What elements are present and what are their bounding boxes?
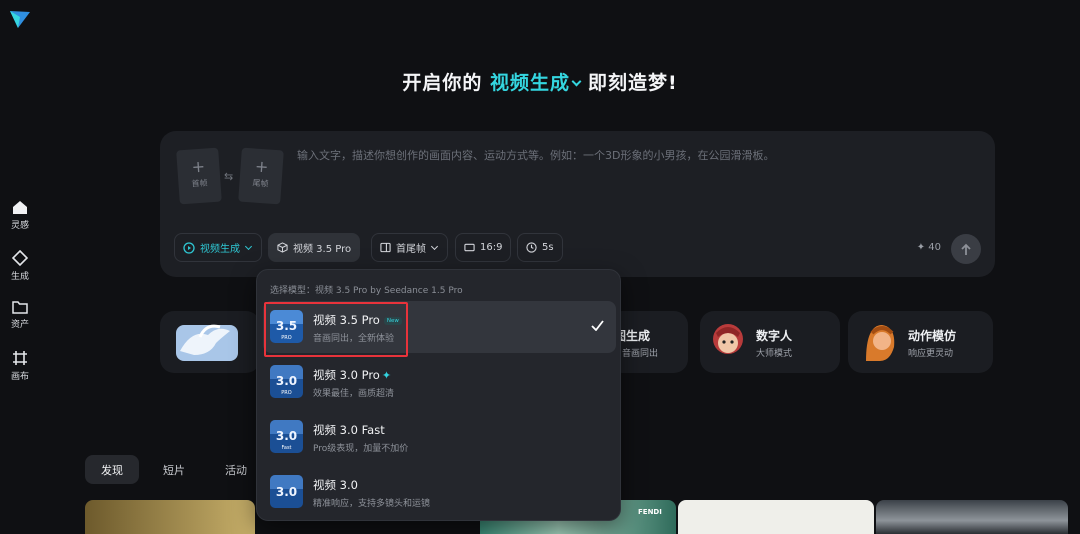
swap-icon[interactable]: ⇆	[224, 170, 233, 183]
start-frame-label: 首帧	[191, 178, 208, 189]
clock-icon	[526, 242, 537, 253]
credits-value: 40	[928, 242, 941, 253]
cube-icon	[277, 242, 288, 253]
frame-icon	[380, 242, 391, 253]
icon-version-text: 3.0	[276, 374, 297, 388]
sidebar-item-assets[interactable]: 资产	[0, 300, 40, 330]
feature-title: 动作模仿	[908, 329, 957, 343]
chevron-down-icon	[244, 242, 253, 250]
model-select-label: 视频 3.5 Pro	[293, 244, 352, 255]
model-option-name: 视频 3.0 Fast	[313, 423, 385, 437]
model-option-desc: 精准响应，支持多镜头和运镜	[313, 499, 431, 509]
feature-card-motion-mimic[interactable]: 动作模仿 响应更灵动	[848, 311, 993, 373]
frame-mode-select[interactable]: 首尾帧	[371, 233, 448, 262]
headline-mode-label: 视频生成	[489, 72, 570, 94]
model-select[interactable]: 视频 3.5 Pro	[268, 233, 361, 262]
ratio-icon	[464, 243, 475, 252]
sidebar-item-label: 资产	[10, 320, 29, 330]
tab-events[interactable]: 活动	[209, 455, 263, 484]
model-menu-header: 选择模型：视频 3.5 Pro by Seedance 1.5 Pro	[270, 286, 463, 296]
frame-mode-label: 首尾帧	[396, 244, 426, 255]
sidebar-item-inspiration[interactable]: 灵感	[0, 200, 40, 231]
sidebar-item-generate[interactable]: 生成	[0, 250, 40, 282]
icon-tier-text: PRO	[281, 390, 291, 396]
mode-select[interactable]: 视频生成	[174, 233, 262, 262]
aspect-ratio-label: 16:9	[480, 242, 503, 253]
icon-version-text: 3.0	[276, 485, 297, 499]
headline-mode-dropdown[interactable]: 视频生成	[490, 72, 588, 94]
model-3-0-icon: 3.0	[270, 475, 303, 508]
tab-discover[interactable]: 发现	[85, 455, 139, 484]
feature-subtitle: 响应更灵动	[908, 349, 954, 359]
check-icon	[591, 320, 604, 331]
model-option-name: 视频 3.0 Pro ✦	[313, 368, 392, 382]
icon-tier-text: Fast	[281, 445, 291, 451]
plus-icon: +	[190, 156, 206, 177]
start-frame-upload[interactable]: + 首帧	[176, 147, 222, 205]
chevron-down-icon	[430, 242, 439, 250]
send-button[interactable]	[951, 234, 981, 264]
page-headline: 开启你的 视频生成 即刻造梦!	[0, 68, 1080, 95]
icon-version-text: 3.0	[276, 429, 297, 443]
video-mode-icon	[183, 241, 195, 254]
headline-prefix: 开启你的	[402, 72, 483, 94]
model-option-name: 视频 3.0	[313, 478, 358, 492]
sidebar-item-canvas[interactable]: 画布	[0, 350, 40, 382]
mode-select-label: 视频生成	[200, 244, 240, 255]
model-option-desc: Pro级表现，加量不加价	[313, 444, 409, 454]
sidebar-item-label: 画布	[10, 372, 29, 382]
chevron-down-icon	[571, 76, 582, 87]
headline-suffix: 即刻造梦!	[587, 72, 678, 94]
thumb-brand-label: FENDI	[638, 508, 662, 516]
plus-icon: +	[254, 156, 270, 177]
sparkle-icon: ✦	[916, 242, 926, 253]
digital-human-avatar	[713, 324, 743, 354]
end-frame-upload[interactable]: + 尾帧	[238, 147, 284, 205]
canvas-icon	[13, 351, 27, 365]
pegasus-image	[176, 324, 238, 361]
prompt-composer: + 首帧 ⇆ + 尾帧 输入文字，描述你想创作的画面内容、运动方式等。例如：一个…	[160, 131, 995, 277]
end-frame-label: 尾帧	[252, 178, 269, 189]
model-option-desc: 效果最佳，画质超清	[313, 389, 395, 399]
tab-shorts[interactable]: 短片	[147, 455, 201, 484]
credits-cost: ✦ 40	[917, 242, 941, 253]
model-option-3-0-fast[interactable]: 3.0 Fast 视频 3.0 Fast Pro级表现，加量不加价	[263, 411, 616, 463]
feature-card-image-gen[interactable]	[160, 311, 260, 373]
gallery-thumb[interactable]	[85, 500, 255, 534]
model-3-0-fast-icon: 3.0 Fast	[270, 420, 303, 453]
model-3-0-pro-icon: 3.0 PRO	[270, 365, 303, 398]
sidebar-item-label: 生成	[10, 272, 29, 282]
model-option-3-0[interactable]: 3.0 视频 3.0 精准响应，支持多镜头和运镜	[263, 466, 616, 518]
logo-icon[interactable]	[8, 8, 32, 30]
feature-subtitle: 音画同出	[622, 349, 659, 359]
home-icon	[13, 201, 27, 214]
arrow-up-icon	[961, 243, 971, 255]
model-option-3-0-pro[interactable]: 3.0 PRO 视频 3.0 Pro ✦ 效果最佳，画质超清	[263, 356, 616, 408]
feature-title: 数字人	[756, 329, 793, 343]
sparkle-icon: ✦	[381, 369, 392, 382]
gallery-thumb[interactable]	[678, 500, 874, 534]
duration-label: 5s	[542, 242, 554, 253]
feature-subtitle: 大师模式	[756, 349, 793, 359]
prompt-input[interactable]: 输入文字，描述你想创作的画面内容、运动方式等。例如：一个3D形象的小男孩，在公园…	[297, 147, 977, 163]
gallery-thumb[interactable]	[876, 500, 1068, 534]
diamond-icon	[12, 250, 28, 266]
sidebar-item-label: 灵感	[10, 221, 29, 231]
folder-icon	[12, 301, 28, 314]
selection-highlight-box	[264, 302, 408, 357]
aspect-ratio-select[interactable]: 16:9	[455, 233, 512, 262]
feature-card-digital-human[interactable]: 数字人 大师模式	[700, 311, 840, 373]
duration-select[interactable]: 5s	[517, 233, 563, 262]
motion-mimic-avatar	[866, 325, 895, 361]
